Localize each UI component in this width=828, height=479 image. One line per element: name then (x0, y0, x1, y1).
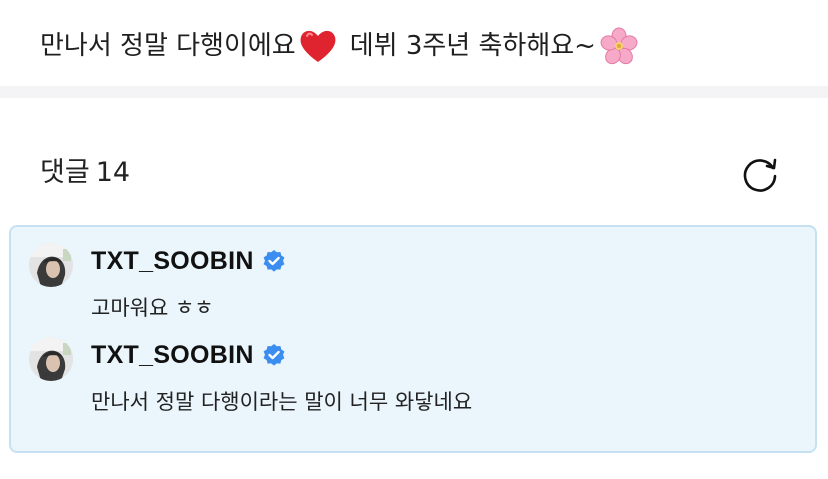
avatar[interactable] (29, 337, 73, 381)
author-row: TXT_SOOBIN (91, 245, 286, 277)
author-name[interactable]: TXT_SOOBIN (91, 339, 254, 371)
author-name[interactable]: TXT_SOOBIN (91, 245, 254, 277)
cherry-blossom-emoji (600, 27, 638, 65)
avatar[interactable] (29, 243, 73, 287)
reply-thread: TXT_SOOBIN 고마워요 ㅎㅎ TXT_SOOBIN 만나서 정말 다행이… (9, 225, 817, 453)
post-text-part1: 만나서 정말 다행이에요 (40, 31, 296, 61)
verified-badge-icon (263, 344, 285, 366)
post-text-part2: 데뷔 3주년 축하해요~ (349, 31, 596, 61)
heart-emoji (300, 30, 336, 62)
post-text: 만나서 정말 다행이에요 데뷔 3주년 축하해요~ (40, 26, 638, 66)
refresh-icon[interactable] (740, 154, 780, 194)
comments-count: 14 (95, 157, 131, 188)
comment-thread-page: 만나서 정말 다행이에요 데뷔 3주년 축하해요~ 댓글 14 TXT_SOOB… (0, 0, 828, 479)
comments-header: 댓글 14 (40, 152, 130, 194)
reply-text: 만나서 정말 다행이라는 말이 너무 와닿네요 (91, 390, 473, 414)
verified-badge-icon (263, 250, 285, 272)
reply-text: 고마워요 ㅎㅎ (91, 296, 214, 320)
author-row: TXT_SOOBIN (91, 339, 286, 371)
comments-label: 댓글 (40, 157, 90, 188)
section-divider (0, 86, 828, 98)
